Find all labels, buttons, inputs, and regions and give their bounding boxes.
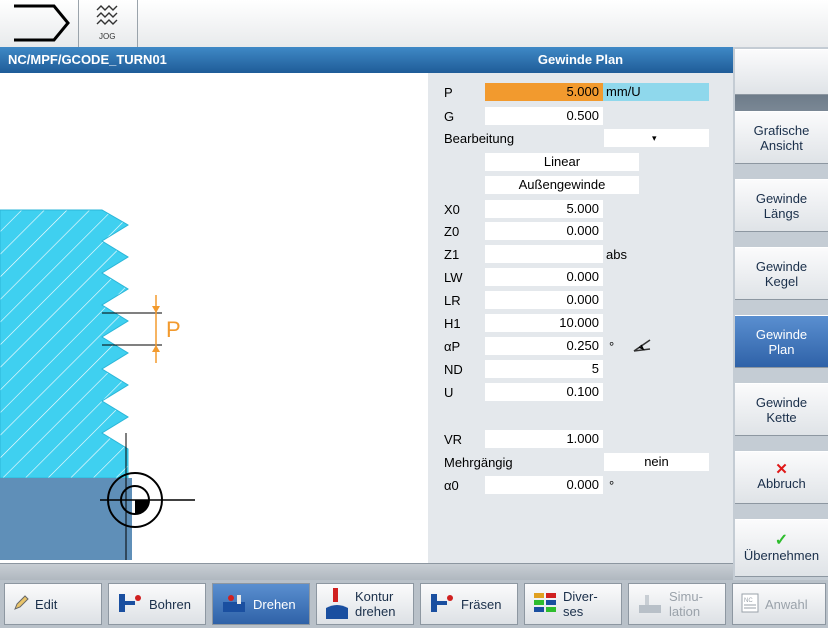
label-ap: αP [444, 339, 461, 354]
row-x0: X0 5.000 [428, 199, 733, 219]
softkey-simulation[interactable]: Simu- lation [628, 583, 726, 625]
label-a0: α0 [444, 478, 459, 493]
row-nd: ND 5 [428, 359, 733, 379]
select-program-icon: NC [741, 593, 759, 616]
select-mehrgaengig[interactable]: nein [604, 453, 709, 471]
softkey-kontur-drehen[interactable]: Kontur drehen [316, 583, 414, 625]
infeed-angle-icon[interactable] [630, 336, 656, 356]
top-toolbar: JOG [0, 0, 828, 48]
row-h1: H1 10.000 [428, 313, 733, 333]
input-lw[interactable]: 0.000 [485, 268, 603, 286]
select-aussengewinde[interactable]: Außengewinde [485, 176, 639, 194]
select-linear[interactable]: Linear [485, 153, 639, 171]
label-g: G [444, 109, 455, 124]
input-z0[interactable]: 0.000 [485, 222, 603, 240]
label-x0: X0 [444, 202, 460, 217]
row-bearbeitung: Bearbeitung ▾ [428, 128, 733, 148]
cancel-icon: ✕ [775, 461, 788, 478]
row-u: U 0.100 [428, 382, 733, 402]
softkey-gewinde-plan[interactable]: Gewinde Plan [735, 315, 828, 368]
program-path-bar: NC/MPF/GCODE_TURN01 [0, 47, 428, 73]
softkey-right-empty[interactable] [735, 49, 828, 95]
unit-a0: ° [609, 478, 615, 493]
input-g[interactable]: 0.500 [485, 107, 603, 125]
softkey-grafische-ansicht[interactable]: Grafische Ansicht [735, 111, 828, 164]
label-h1: H1 [444, 316, 461, 331]
drill-icon [117, 592, 143, 617]
label-vr: VR [444, 432, 463, 447]
row-ap: αP 0.250 ° [428, 336, 733, 356]
unit-z1[interactable]: abs [606, 247, 627, 262]
row-z1: Z1 abs [428, 244, 733, 264]
softkey-bohren[interactable]: Bohren [108, 583, 206, 625]
help-graphic: P [0, 73, 429, 563]
status-strip [0, 563, 733, 581]
milling-icon [429, 592, 455, 617]
label-u: U [444, 385, 454, 400]
label-mehrgaengig: Mehrgängig [444, 455, 513, 470]
softkey-gewinde-laengs[interactable]: Gewinde Längs [735, 179, 828, 232]
softkey-uebernehmen[interactable]: ✓ Übernehmen [735, 519, 828, 577]
softkey-abbruch[interactable]: ✕ Abbruch [735, 451, 828, 504]
row-lr: LR 0.000 [428, 290, 733, 310]
simulation-icon [637, 591, 663, 618]
row-lw: LW 0.000 [428, 267, 733, 287]
row-z0: Z0 0.000 [428, 221, 733, 241]
machine-area-icon[interactable] [0, 0, 79, 47]
softkey-anwahl[interactable]: NC Anwahl [732, 583, 826, 625]
label-p: P [444, 85, 453, 100]
unit-p-select[interactable]: mm/U [603, 83, 709, 101]
jog-label: JOG [99, 32, 116, 41]
pitch-label: P [166, 317, 181, 342]
label-z0: Z0 [444, 224, 460, 239]
pencil-icon [13, 594, 29, 614]
input-a0[interactable]: 0.000 [485, 476, 603, 494]
thread-diagram [0, 209, 195, 560]
parameter-form: P 5.000 mm/U G 0.500 Bearbeitung ▾ Linea… [428, 73, 733, 563]
softkey-drehen[interactable]: Drehen [212, 583, 310, 625]
label-lr: LR [444, 293, 461, 308]
softkey-gewinde-kette[interactable]: Gewinde Kette [735, 383, 828, 436]
softkey-edit[interactable]: Edit [4, 583, 102, 625]
jog-mode-icon: JOG [79, 0, 138, 47]
contour-turning-icon [325, 586, 349, 623]
svg-text:NC: NC [744, 598, 753, 604]
input-x0[interactable]: 5.000 [485, 200, 603, 218]
form-title-bar: Gewinde Plan [428, 47, 733, 73]
input-vr[interactable]: 1.000 [485, 430, 603, 448]
label-nd: ND [444, 362, 463, 377]
input-h1[interactable]: 10.000 [485, 314, 603, 332]
softkey-gewinde-kegel[interactable]: Gewinde Kegel [735, 247, 828, 300]
program-path: NC/MPF/GCODE_TURN01 [8, 52, 167, 67]
input-lr[interactable]: 0.000 [485, 291, 603, 309]
bearbeitung-select[interactable]: ▾ [604, 129, 709, 147]
input-u[interactable]: 0.100 [485, 383, 603, 401]
input-z1[interactable] [485, 245, 603, 263]
label-lw: LW [444, 270, 463, 285]
unit-ap: ° [609, 339, 615, 354]
input-ap[interactable]: 0.250 [485, 337, 603, 355]
row-a0: α0 0.000 ° [428, 475, 733, 495]
softkey-fraesen[interactable]: Fräsen [420, 583, 518, 625]
row-mehrgaengig: Mehrgängig nein [428, 452, 733, 472]
softkey-diverses[interactable]: Diver- ses [524, 583, 622, 625]
misc-cycles-icon [533, 591, 557, 618]
right-softkey-bar: Grafische Ansicht Gewinde Längs Gewinde … [733, 47, 828, 580]
input-p[interactable]: 5.000 [485, 83, 603, 101]
row-p: P 5.000 mm/U [428, 82, 733, 102]
checkmark-icon: ✓ [774, 531, 789, 549]
turning-icon [221, 592, 247, 617]
input-nd[interactable]: 5 [485, 360, 603, 378]
label-z1: Z1 [444, 247, 460, 262]
dropdown-icon: ▾ [652, 133, 657, 143]
form-title: Gewinde Plan [537, 52, 624, 67]
row-aussengewinde: Außengewinde [428, 175, 733, 195]
label-bearbeitung: Bearbeitung [444, 131, 515, 146]
bottom-softkey-bar: Edit Bohren Drehen Kontur drehen Fräsen … [0, 580, 828, 628]
row-linear: Linear [428, 152, 733, 172]
row-g: G 0.500 [428, 106, 733, 126]
row-vr: VR 1.000 [428, 429, 733, 449]
